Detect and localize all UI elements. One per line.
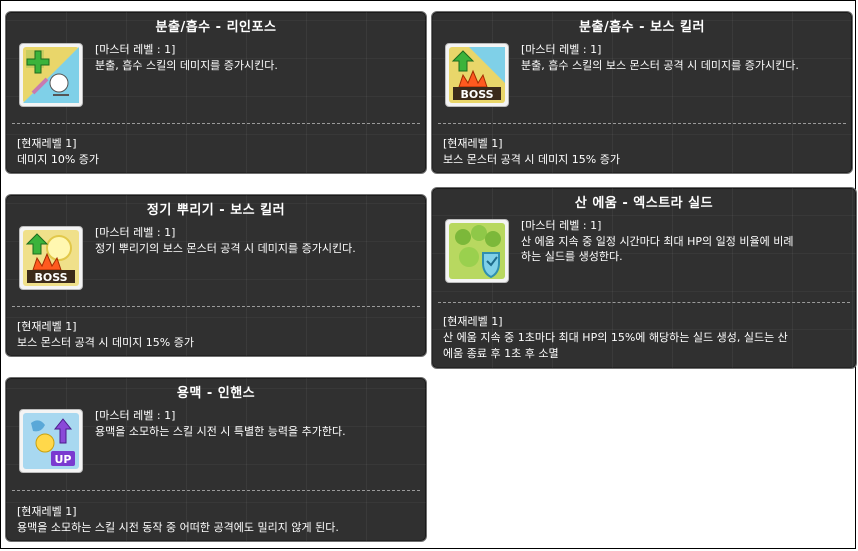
skill-description-line: 하는 실드를 생성한다. bbox=[521, 250, 623, 263]
master-level: [마스터 레벨 : 1] bbox=[95, 226, 176, 239]
master-level: [마스터 레벨 : 1] bbox=[521, 43, 602, 56]
divider bbox=[12, 123, 420, 124]
skill-description-line: 산 에움 지속 중 일정 시간마다 최대 HP의 일정 비율에 비례 bbox=[521, 235, 794, 248]
tooltip-title: 분출/흡수 - 리인포스 bbox=[155, 20, 277, 35]
divider bbox=[438, 123, 846, 124]
skill-description-line: 정기 뿌리기의 보스 몬스터 공격 시 데미지를 증가시킨다. bbox=[95, 242, 356, 255]
skill-icon-frame: BOSS bbox=[445, 43, 509, 107]
skill-icon-frame bbox=[445, 219, 509, 283]
skill-description-line: 용맥을 소모하는 스킬 시전 시 특별한 능력을 추가한다. bbox=[95, 425, 346, 438]
tooltip-title: 정기 뿌리기 - 보스 킬러 bbox=[146, 203, 286, 218]
divider bbox=[12, 490, 420, 491]
tooltip-title: 용맥 - 인핸스 bbox=[176, 386, 256, 401]
current-level: [현재레벨 1] bbox=[17, 137, 77, 150]
skill-icon-frame: UP bbox=[19, 409, 83, 473]
divider bbox=[12, 306, 420, 307]
master-level: [마스터 레벨 : 1] bbox=[95, 409, 176, 422]
skill-tooltip-boss-killer-spirit: 정기 뿌리기 - 보스 킬러 BOSS [마스터 레벨 : 1] 정기 뿌리기의… bbox=[5, 194, 427, 357]
tooltip-title: 산 에움 - 엑스트라 실드 bbox=[574, 196, 714, 211]
skill-description-line: 분출, 흡수 스킬의 데미지를 증가시킨다. bbox=[95, 59, 278, 72]
skill-icon-frame: BOSS bbox=[19, 226, 83, 290]
skill-effect-line: 용맥을 소모하는 스킬 시전 동작 중 어떠한 공격에도 밀리지 않게 된다. bbox=[17, 521, 339, 534]
extra-shield-skill-icon bbox=[449, 223, 505, 279]
reinforce-skill-icon bbox=[23, 47, 79, 103]
skill-tooltip-enhance: 용맥 - 인핸스 UP [마스터 레벨 : 1] 용맥을 소모하는 스킬 시전 … bbox=[5, 377, 427, 542]
enhance-skill-icon: UP bbox=[23, 413, 79, 469]
skill-effect-line: 데미지 10% 증가 bbox=[17, 153, 100, 166]
master-level: [마스터 레벨 : 1] bbox=[521, 219, 602, 232]
current-level: [현재레벨 1] bbox=[17, 320, 77, 333]
current-level: [현재레벨 1] bbox=[17, 505, 77, 518]
tooltip-title: 분출/흡수 - 보스 킬러 bbox=[579, 20, 705, 35]
master-level: [마스터 레벨 : 1] bbox=[95, 43, 176, 56]
boss-killer-skill-icon: BOSS bbox=[23, 230, 79, 286]
skill-tooltip-boss-killer-burst: 분출/흡수 - 보스 킬러 BOSS [마스터 레벨 : 1] 분출, 흡수 스… bbox=[431, 11, 853, 174]
boss-label: BOSS bbox=[34, 271, 67, 284]
skill-effect-line: 보스 몬스터 공격 시 데미지 15% 증가 bbox=[443, 153, 620, 166]
boss-label: BOSS bbox=[460, 88, 493, 101]
skill-icon-frame bbox=[19, 43, 83, 107]
skill-effect-line: 보스 몬스터 공격 시 데미지 15% 증가 bbox=[17, 336, 194, 349]
skill-tooltip-extra-shield: 산 에움 - 엑스트라 실드 [마스터 레벨 : 1] 산 에움 지속 중 일정… bbox=[431, 187, 857, 369]
boss-killer-skill-icon: BOSS bbox=[449, 47, 505, 103]
screenshot-frame: 분출/흡수 - 리인포스 [마스터 레벨 : 1] 분출, 흡수 스킬의 데미지… bbox=[0, 0, 857, 549]
divider bbox=[438, 302, 850, 303]
current-level: [현재레벨 1] bbox=[443, 137, 503, 150]
skill-effect-line: 산 에움 지속 중 1초마다 최대 HP의 15%에 해당하는 실드 생성, 실… bbox=[443, 331, 788, 344]
skill-effect-line: 에움 종료 후 1초 후 소멸 bbox=[443, 347, 559, 360]
up-label: UP bbox=[55, 453, 72, 466]
current-level: [현재레벨 1] bbox=[443, 315, 503, 328]
skill-tooltip-reinforce: 분출/흡수 - 리인포스 [마스터 레벨 : 1] 분출, 흡수 스킬의 데미지… bbox=[5, 11, 427, 174]
skill-description-line: 분출, 흡수 스킬의 보스 몬스터 공격 시 데미지를 증가시킨다. bbox=[521, 59, 799, 72]
